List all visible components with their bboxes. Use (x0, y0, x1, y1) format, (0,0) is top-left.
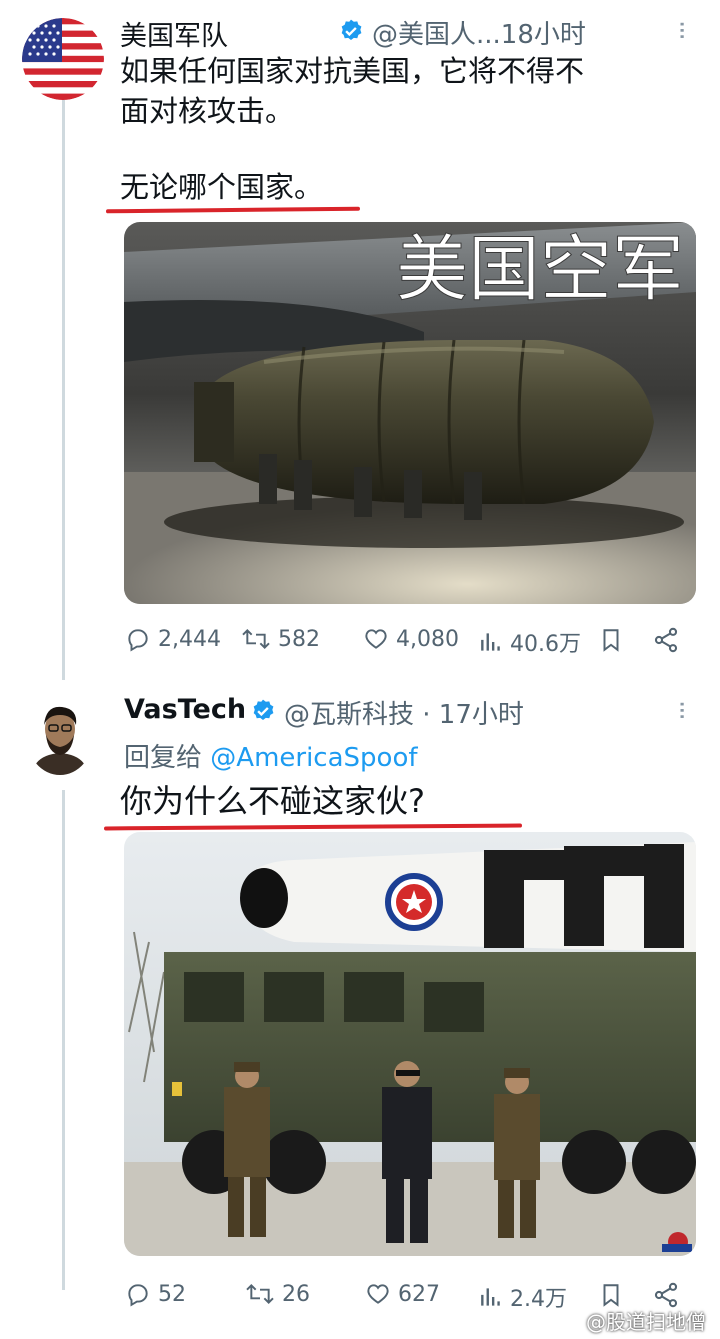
reply-icon (128, 629, 148, 652)
red-underline (103, 823, 523, 831)
retweet-icon (246, 1283, 274, 1305)
views-count: 40.6万 (510, 632, 581, 657)
share-icon[interactable] (652, 1281, 680, 1309)
retweet-button[interactable]: 26 (244, 1281, 310, 1307)
bookmark-icon[interactable] (598, 626, 624, 654)
author-handle-time: @瓦斯科技 · 17小时 (284, 700, 524, 730)
verified-badge-icon (253, 699, 274, 720)
views-icon (481, 1288, 500, 1306)
person-avatar-icon (26, 695, 94, 775)
avatar[interactable] (22, 18, 104, 100)
bookmark-icon[interactable] (598, 1281, 624, 1309)
tweet-media-bomb[interactable]: 美国空军 (124, 222, 696, 604)
reply-prefix: 回复给 (124, 743, 203, 773)
retweet-count: 26 (282, 1281, 310, 1307)
retweet-button[interactable]: 582 (240, 626, 320, 652)
like-count: 627 (398, 1281, 440, 1307)
more-icon[interactable]: ··· (666, 20, 696, 39)
author-handle-time: @美国人...18小时 (372, 20, 586, 50)
views-button[interactable]: 40.6万 (478, 626, 581, 658)
like-icon (367, 1284, 389, 1304)
watermark: @股道扫地僧 (556, 1306, 706, 1335)
verified-badge-icon (341, 19, 362, 40)
like-button[interactable]: 4,080 (362, 626, 459, 652)
share-icon[interactable] (652, 626, 680, 654)
views-icon (481, 633, 500, 651)
tweet-text: 你为什么不碰这家伙? (120, 782, 425, 820)
tweet-text-line: 如果任何国家对抗美国，它将不得不 (120, 54, 585, 88)
thread-line (62, 790, 65, 1290)
watermark-text: @股道扫地僧 (586, 1310, 706, 1334)
author-name[interactable]: 美国军队 (120, 14, 228, 53)
us-flag-avatar-icon (22, 18, 104, 100)
like-button[interactable]: 627 (364, 1281, 440, 1307)
reply-button[interactable]: 52 (124, 1281, 186, 1307)
image-overlay-text: 美国空军 (396, 227, 684, 311)
missile-parade-image (124, 832, 696, 1256)
reply-count: 52 (158, 1281, 186, 1307)
retweet-count: 582 (278, 626, 320, 652)
like-count: 4,080 (396, 626, 459, 652)
reply-button[interactable]: 2,444 (124, 626, 221, 652)
thread-line (62, 100, 65, 680)
red-underline (105, 206, 361, 214)
nuclear-bomb-image: 美国空军 (124, 222, 696, 604)
retweet-icon (242, 628, 270, 650)
reply-handle-link[interactable]: @AmericaSpoof (210, 743, 417, 773)
tweet-media-missile[interactable] (124, 832, 696, 1256)
author-name[interactable]: VasTech (124, 694, 246, 725)
weibo-icon (556, 1315, 578, 1333)
more-icon[interactable]: ··· (666, 700, 696, 719)
reply-to-line: 回复给 @AmericaSpoof (124, 737, 418, 774)
avatar[interactable] (26, 695, 94, 775)
tweet-text-line: 面对核攻击。 (120, 94, 295, 128)
tweet-text-line: 无论哪个国家。 (120, 170, 324, 204)
reply-icon (128, 1284, 148, 1307)
views-button[interactable]: 2.4万 (478, 1281, 567, 1313)
reply-count: 2,444 (158, 626, 221, 652)
like-icon (365, 629, 387, 649)
